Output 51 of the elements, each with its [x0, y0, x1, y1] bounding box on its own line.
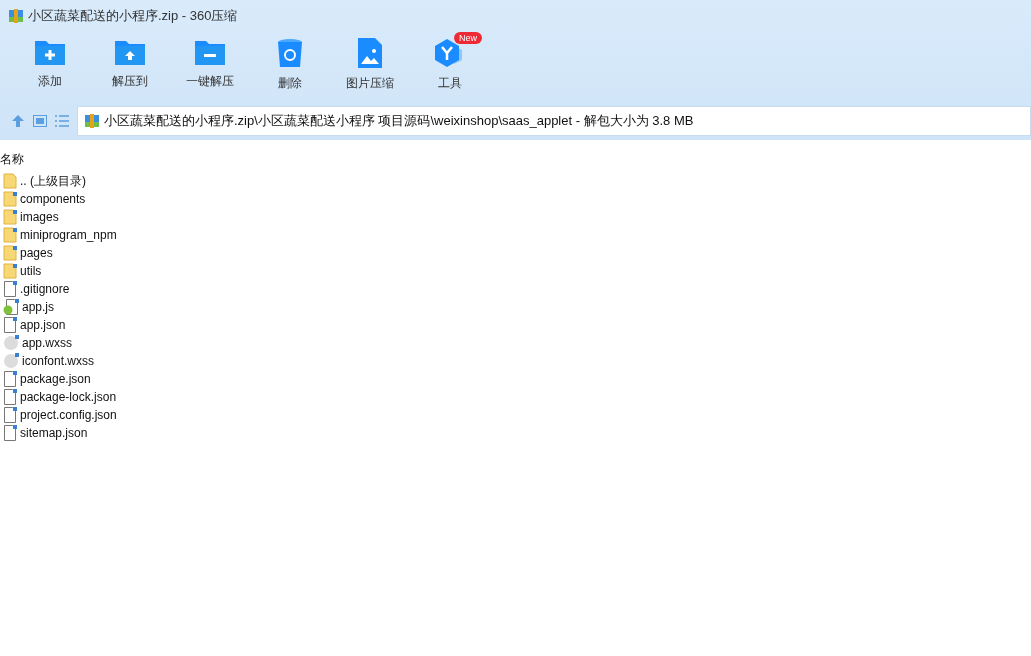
archive-icon — [84, 113, 100, 129]
file-name[interactable]: package-lock.json — [20, 388, 117, 406]
toolbar-button[interactable]: 一键解压 — [170, 32, 250, 90]
file-name[interactable]: sitemap.json — [20, 424, 88, 442]
folder-icon — [3, 227, 17, 243]
folder-icon — [3, 245, 17, 261]
toolbar-button[interactable]: 添加 — [10, 32, 90, 90]
recycle-bin-icon — [277, 38, 303, 68]
toolbar-button[interactable]: 删除 — [250, 32, 330, 92]
file-icon — [3, 281, 17, 297]
folder-icon — [3, 173, 17, 189]
file-icon — [3, 371, 17, 387]
folder-upload-icon — [114, 38, 146, 66]
file-name[interactable]: miniprogram_npm — [20, 226, 117, 244]
file-icon — [3, 389, 17, 405]
file-name[interactable]: components — [20, 190, 86, 208]
thumbnail-view-icon[interactable] — [33, 115, 47, 127]
window-title: 小区蔬菜配送的小程序.zip - 360压缩 — [28, 7, 238, 26]
address-path: 小区蔬菜配送的小程序.zip\小区蔬菜配送小程序 项目源码\weixinshop\saas_applet - 解包大小为 3.8 MB — [104, 112, 694, 131]
file-name[interactable]: app.json — [20, 316, 66, 334]
file-name[interactable]: app.js — [22, 298, 55, 316]
file-icon — [3, 425, 17, 441]
file-icon — [3, 407, 17, 423]
toolbar-button[interactable]: 图片压缩 — [330, 32, 410, 92]
address-bar[interactable]: 小区蔬菜配送的小程序.zip\小区蔬菜配送小程序 项目源码\weixinshop\saas_applet - 解包大小为 3.8 MB — [77, 106, 1031, 136]
file-name[interactable]: pages — [20, 244, 53, 262]
file-name[interactable]: utils — [20, 262, 42, 280]
folder-icon — [3, 263, 17, 279]
file-name[interactable]: app.wxss — [22, 334, 73, 352]
file-name[interactable]: project.config.json — [20, 406, 117, 424]
folder-icon — [3, 209, 17, 225]
style-file-icon — [3, 353, 19, 369]
new-badge: New — [454, 32, 482, 44]
style-file-icon — [3, 335, 19, 351]
folder-icon — [3, 191, 17, 207]
toolbar-button[interactable]: 解压到 — [90, 32, 170, 90]
list-view-icon[interactable] — [55, 115, 69, 127]
toolbar-button[interactable]: New 工具 — [410, 32, 490, 92]
file-name[interactable]: package.json — [20, 370, 91, 388]
archive-icon — [8, 8, 24, 24]
column-header[interactable]: 名称 — [0, 150, 24, 168]
folder-minus-icon — [194, 38, 226, 66]
script-file-icon — [3, 299, 19, 315]
file-name[interactable]: images — [20, 208, 59, 226]
up-arrow-icon[interactable] — [11, 114, 25, 128]
image-file-icon — [358, 38, 382, 68]
folder-plus-icon — [34, 38, 66, 66]
file-name[interactable]: .gitignore — [20, 280, 70, 298]
file-icon — [3, 317, 17, 333]
file-name[interactable]: iconfont.wxss — [22, 352, 95, 370]
file-name[interactable]: .. (上级目录) — [20, 172, 86, 190]
